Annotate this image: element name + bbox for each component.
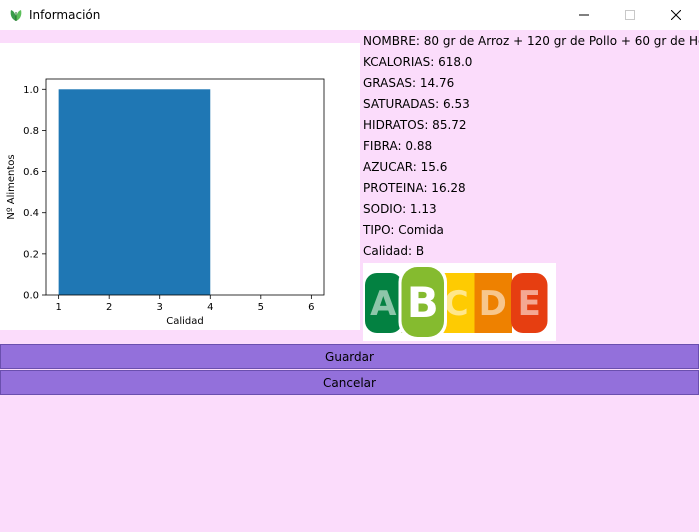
maximize-button[interactable] <box>607 0 653 30</box>
nutri-letter-E: E <box>518 284 541 324</box>
y-tick-label-0.6: 0.6 <box>23 167 39 178</box>
x-tick-label-2: 2 <box>106 302 112 313</box>
y-tick-label-0.4: 0.4 <box>23 208 39 219</box>
nutri-letter-B: B <box>407 278 439 327</box>
window-title: Información <box>29 8 101 22</box>
x-axis-label: Calidad <box>166 316 204 327</box>
info-azucar: AZUCAR: 15.6 <box>363 160 448 174</box>
y-tick-label-0.8: 0.8 <box>23 126 39 137</box>
info-window: Información 1 2 3 4 5 6 0.0 0.2 0.4 0.6 0.8 1.0 Cali… <box>0 0 699 532</box>
info-fibra: FIBRA: 0.88 <box>363 139 433 153</box>
quality-histogram: 1 2 3 4 5 6 0.0 0.2 0.4 0.6 0.8 1.0 Calidad Nº Alimen… <box>6 78 325 327</box>
x-tick-label-6: 6 <box>308 302 314 313</box>
info-hidratos: HIDRATOS: 85.72 <box>363 118 467 132</box>
nutri-letter-D: D <box>479 284 507 324</box>
info-tipo: TIPO: Comida <box>363 223 444 237</box>
save-button[interactable]: Guardar <box>0 344 699 369</box>
info-saturadas: SATURADAS: 6.53 <box>363 97 470 111</box>
minimize-button[interactable] <box>561 0 607 30</box>
maximize-icon <box>625 10 635 20</box>
info-calidad: Calidad: B <box>363 244 425 258</box>
x-tick-label-4: 4 <box>207 302 213 313</box>
bar-0 <box>58 89 211 296</box>
nutri-letter-C: C <box>444 284 469 324</box>
y-tick-label-1.0: 1.0 <box>23 85 39 96</box>
info-sodio: SODIO: 1.13 <box>363 202 437 216</box>
window-controls <box>561 0 699 30</box>
nutriscore-graphic: A C D E B <box>365 264 548 340</box>
cancel-button[interactable]: Cancelar <box>0 370 699 395</box>
x-tick-label-3: 3 <box>157 302 163 313</box>
close-button[interactable] <box>653 0 699 30</box>
title-bar: Información <box>0 0 699 30</box>
minimize-icon <box>579 14 589 16</box>
info-proteina: PROTEINA: 16.28 <box>363 181 466 195</box>
y-tick-label-0.0: 0.0 <box>23 291 39 302</box>
info-nombre: NOMBRE: 80 gr de Arroz + 120 gr de Pollo… <box>363 34 699 48</box>
close-icon <box>671 10 681 20</box>
info-panel: NOMBRE: 80 gr de Arroz + 120 gr de Pollo… <box>363 31 699 262</box>
x-tick-label-1: 1 <box>55 302 61 313</box>
app-leaf-icon <box>10 10 22 21</box>
nutriscore-image: A CDE B <box>363 263 556 341</box>
y-tick-label-0.2: 0.2 <box>23 249 39 260</box>
x-tick-label-5: 5 <box>258 302 264 313</box>
nutri-letter-A: A <box>370 284 397 324</box>
y-axis-label: Nº Alimentos <box>6 154 17 219</box>
info-grasas: GRASAS: 14.76 <box>363 76 455 90</box>
chart-panel: 1 2 3 4 5 6 0.0 0.2 0.4 0.6 0.8 1.0 Calidad Nº Alimen… <box>0 43 360 330</box>
info-kcalorias: KCALORIAS: 618.0 <box>363 55 473 69</box>
